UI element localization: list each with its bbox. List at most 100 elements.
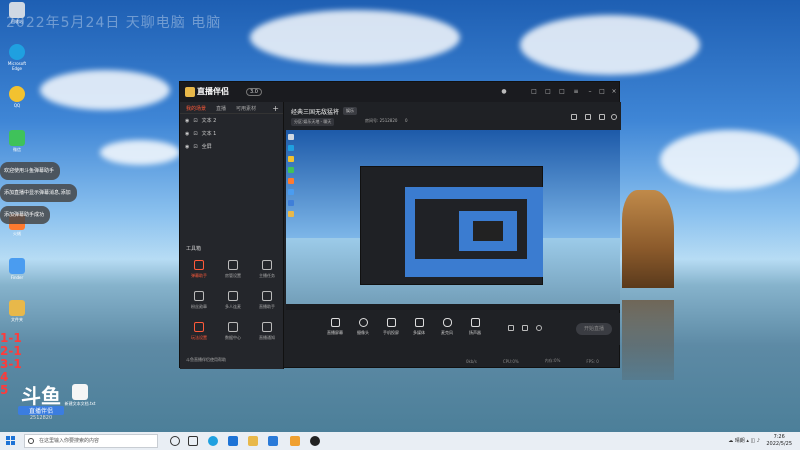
desktop-icon-text-file[interactable]: 新建文本文档.txt [62, 384, 98, 407]
danmu-icon [194, 260, 204, 270]
tab-my-scenes[interactable]: 我的场景 [186, 105, 206, 112]
lock-icon[interactable]: ⊡ [193, 131, 197, 137]
obs-taskbar-icon[interactable] [310, 436, 320, 446]
cloud [40, 70, 170, 110]
mic-button[interactable]: 麦克风 [436, 318, 458, 336]
sea-rock [622, 190, 674, 288]
scene-tabs: 我的场景 直播 可用素材 [180, 102, 283, 114]
room-header: 经典三国无敌猛将 娱乐 分区:娱乐天地 - 聊天 房间号: 2512820 0 [285, 102, 621, 130]
tool-live-notify[interactable]: 直播通知 [250, 320, 284, 347]
admin-icon [228, 260, 238, 270]
settings-icon[interactable] [599, 114, 605, 120]
desktop-icon-qq[interactable]: QQ [4, 86, 30, 108]
gear-icon[interactable] [536, 325, 542, 331]
file-explorer-icon[interactable] [248, 436, 258, 446]
shirt-icon[interactable]: □ [558, 88, 566, 96]
network-icon[interactable]: ▴ ◫ ♪ [746, 438, 760, 444]
version-badge[interactable]: 3.0 [246, 88, 262, 96]
screen-capture-button[interactable]: 直播屏幕 [324, 318, 346, 336]
maximize-icon[interactable]: □ [598, 88, 606, 96]
toolbox-title: 工具箱 [186, 246, 202, 252]
tab-materials[interactable]: 可用素材 [236, 105, 256, 112]
camera-button[interactable]: 摄像头 [352, 318, 374, 336]
sea-rock-reflection [622, 300, 674, 380]
close-icon[interactable]: × [610, 88, 618, 96]
finder-icon [9, 258, 25, 274]
lock-icon[interactable]: ⊡ [193, 118, 197, 124]
eye-icon[interactable]: ◉ [185, 131, 189, 137]
source-item[interactable]: ◉ ⊡ 文本 2 [180, 114, 283, 127]
room-category[interactable]: 分区:娱乐天地 - 聊天 [291, 118, 335, 126]
desktop-icon-recycle-bin[interactable]: 回收站 [4, 2, 30, 25]
eye-icon[interactable]: ◉ [185, 118, 189, 124]
system-tray[interactable]: ☁ 晴朗 ▴ ◫ ♪ [728, 437, 760, 444]
start-button[interactable] [6, 436, 15, 445]
desktop-icon-finder[interactable]: Finder [4, 258, 30, 280]
eye-icon[interactable]: ◉ [185, 144, 189, 150]
scene-panel: 我的场景 直播 可用素材 + ◉ ⊡ 文本 2 ◉ ⊡ 文本 1 ◉ ⊡ 全屏 工具箱 弹幕… [180, 102, 284, 369]
desktop-wallpaper: 2022年5月24日 天聊电脑 电脑 回收站 Microsoft Edge QQ… [0, 0, 800, 432]
menu-icon[interactable]: ≡ [572, 88, 580, 96]
tool-host-tasks[interactable]: 主播任务 [250, 258, 284, 285]
nested-preview-window [360, 166, 543, 285]
helper-icon [262, 291, 272, 301]
beauty-icon[interactable] [522, 325, 528, 331]
title-bar: 直播伴侣 3.0 ● □ □ □ ≡ – □ × [180, 82, 619, 102]
taskbar-search[interactable]: 在这里输入你要搜索的内容 [24, 434, 158, 448]
tool-multi-link[interactable]: 多人连麦 [216, 289, 250, 316]
source-item[interactable]: ◉ ⊡ 全屏 [180, 140, 283, 153]
speaker-icon [470, 318, 480, 327]
tool-fan-badge[interactable]: 粉丝勋章 [182, 289, 216, 316]
add-source-button[interactable]: + [272, 104, 279, 113]
windows-store-icon[interactable] [228, 436, 238, 446]
monitor-icon [330, 318, 340, 327]
speaker-button[interactable]: 扬声器 [464, 318, 486, 336]
cloud [100, 140, 180, 165]
cortana-icon[interactable] [170, 436, 180, 446]
share-icon[interactable] [611, 114, 617, 120]
tab-live[interactable]: 直播 [216, 105, 226, 112]
weather-icon: ☁ [728, 438, 734, 444]
gift-icon[interactable]: □ [530, 88, 538, 96]
preview-desktop-icons [288, 134, 296, 222]
live-preview[interactable] [286, 130, 620, 310]
mail-icon[interactable] [268, 436, 278, 446]
phone-cast-button[interactable]: 手机投屏 [380, 318, 402, 336]
screenshot-icon[interactable] [585, 114, 591, 120]
chat-bubble: 添加弹幕助手成功 [0, 206, 51, 224]
desktop-icon-edge[interactable]: Microsoft Edge [4, 44, 30, 71]
control-bar: 直播屏幕 摄像头 手机投屏 多媒体 麦克风 扬声器 开始直播 [286, 313, 620, 345]
room-title[interactable]: 经典三国无敌猛将 [291, 107, 339, 116]
help-link[interactable]: 斗鱼直播伴侣使用帮助 [186, 357, 226, 363]
avatar-icon[interactable]: ● [500, 88, 508, 96]
tool-room-admin[interactable]: 房管设置 [216, 258, 250, 285]
lock-icon[interactable]: ⊡ [193, 144, 197, 150]
streaming-app-taskbar-icon[interactable] [290, 436, 300, 446]
tool-live-helper[interactable]: 直播助手 [250, 289, 284, 316]
minimize-icon[interactable]: – [586, 88, 594, 96]
start-live-button[interactable]: 开始直播 [576, 323, 612, 335]
tool-data-center[interactable]: 数据中心 [216, 320, 250, 347]
task-icon [262, 260, 272, 270]
record-icon[interactable] [571, 114, 577, 120]
media-button[interactable]: 多媒体 [408, 318, 430, 336]
desktop-icon-wechat[interactable]: 微信 [4, 130, 30, 153]
desktop-icon-folder[interactable]: 文件夹 [4, 300, 30, 323]
taskbar-clock[interactable]: 7:26 2022/5/25 [766, 434, 792, 448]
record-icon[interactable] [508, 325, 514, 331]
room-tag: 娱乐 [343, 107, 357, 115]
tool-play-settings[interactable]: 玩法设置 [182, 320, 216, 347]
data-icon [228, 322, 238, 332]
recycle-bin-icon [9, 2, 25, 18]
edge-taskbar-icon[interactable] [208, 436, 218, 446]
link-icon [228, 291, 238, 301]
douyu-brand-overlay: 斗鱼 直播伴侣 2512820 [18, 386, 64, 421]
text-file-icon [72, 384, 88, 400]
chat-icon[interactable]: □ [544, 88, 552, 96]
task-view-icon[interactable] [188, 436, 198, 446]
qq-icon [9, 86, 25, 102]
windows-taskbar: 在这里输入你要搜索的内容 ☁ 晴朗 ▴ ◫ ♪ 7:26 2022/5/25 [0, 432, 800, 450]
source-item[interactable]: ◉ ⊡ 文本 1 [180, 127, 283, 140]
tool-danmu-helper[interactable]: 弹幕助手 [182, 258, 216, 285]
search-icon [28, 438, 34, 444]
